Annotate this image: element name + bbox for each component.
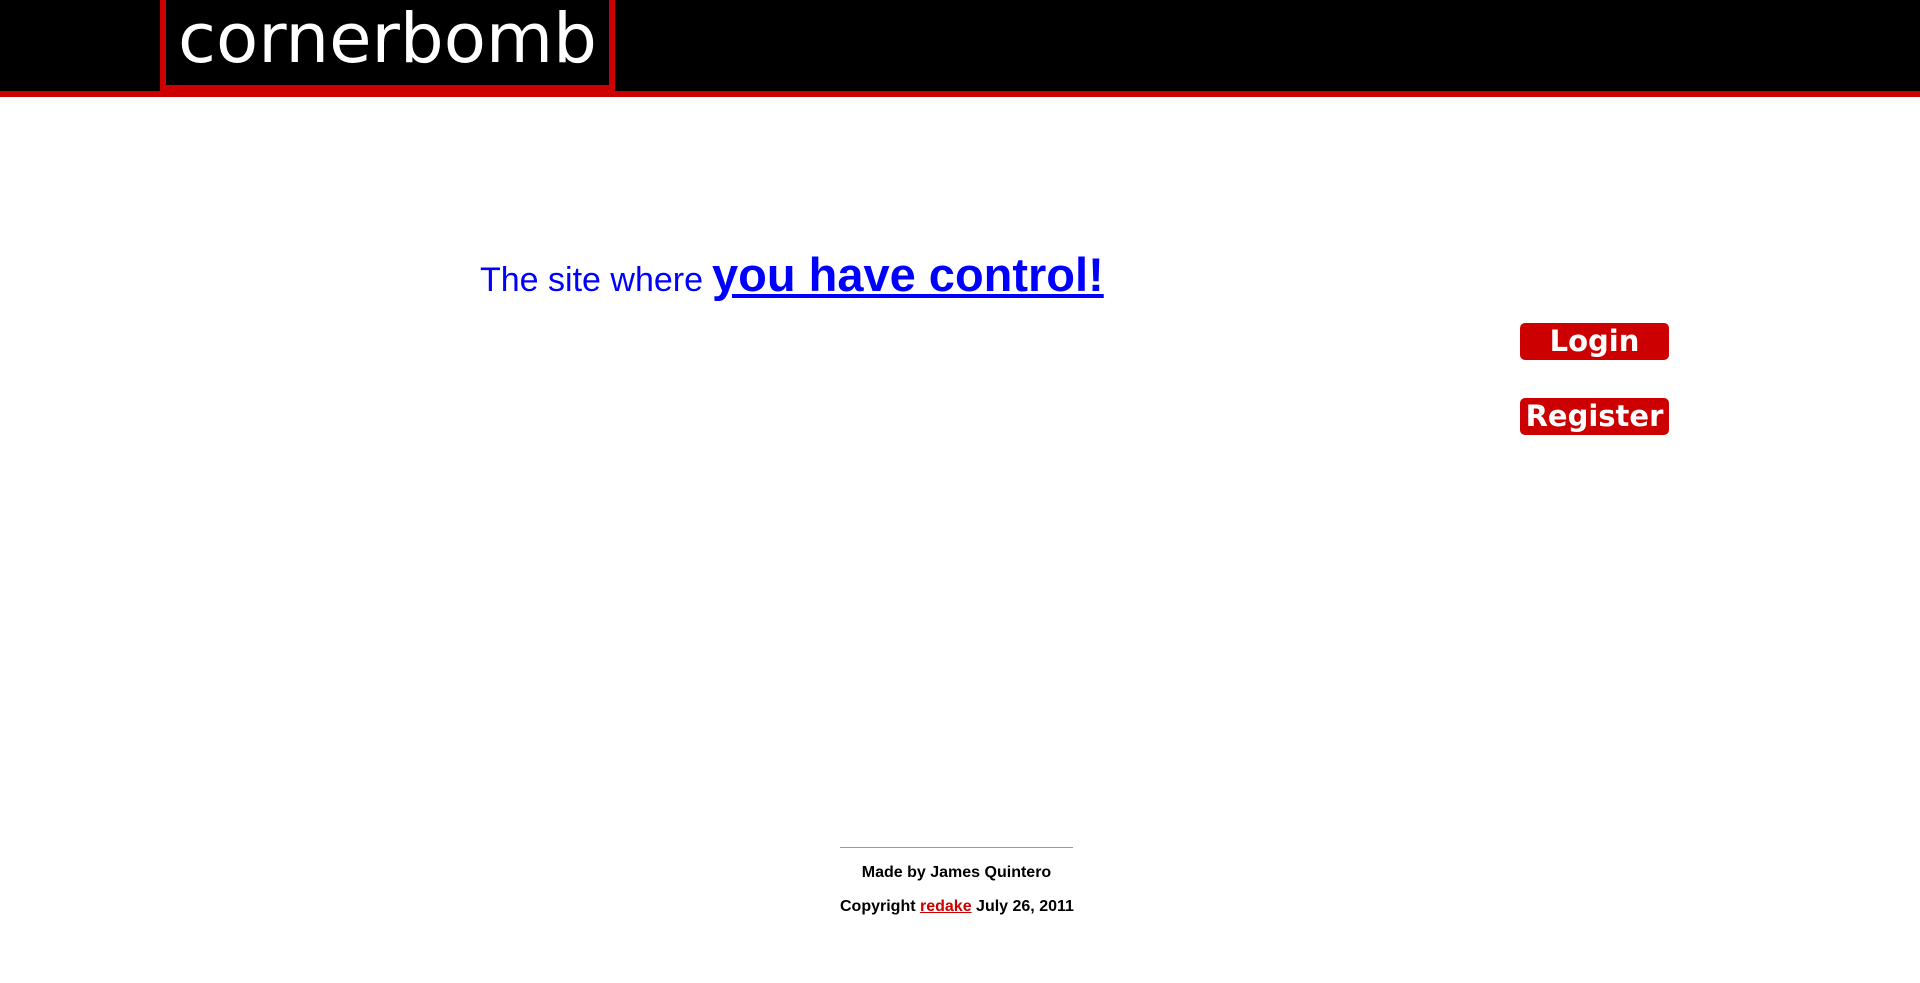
copyright-date: July 26, 2011 [976,898,1074,915]
copyright-author-link[interactable]: redake [920,898,972,915]
footer-divider [840,847,1073,848]
footer-made-by: Made by James Quintero [861,864,1052,881]
site-header: cornerbomb [0,0,1920,97]
tagline: The site where you have control! [480,247,1104,302]
tagline-lead-text: The site where [480,261,703,299]
site-logo-text: cornerbomb [178,0,597,79]
footer-copyright: Copyright redake July 26, 2011 [840,897,1074,916]
register-button[interactable]: Register [1520,398,1669,435]
page: cornerbomb The site where you have contr… [0,0,1920,983]
site-footer: Made by James Quintero Copyright redake … [840,847,1074,916]
tagline-link[interactable]: you have control! [712,247,1104,302]
site-logo[interactable]: cornerbomb [160,0,615,91]
login-button[interactable]: Login [1520,323,1669,360]
copyright-prefix: Copyright [840,898,916,915]
